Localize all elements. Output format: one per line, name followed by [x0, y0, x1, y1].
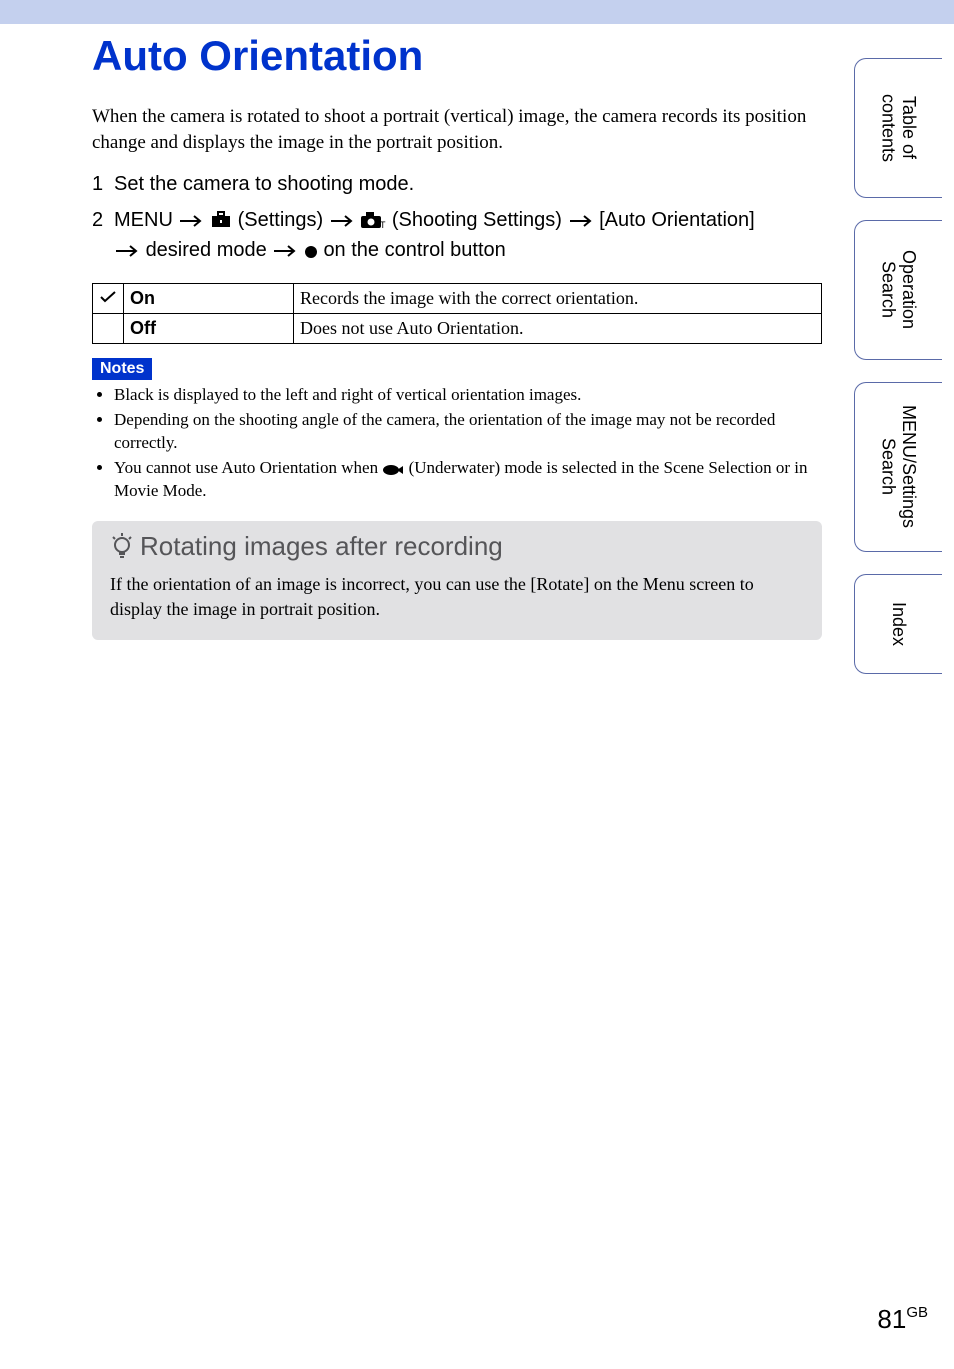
camera-icon: T	[360, 211, 386, 229]
option-name: On	[124, 284, 294, 314]
menu-label: MENU	[114, 209, 173, 231]
arrow-right-icon	[178, 214, 204, 228]
default-check-cell	[93, 284, 124, 314]
step-text: Set the camera to shooting mode.	[114, 169, 822, 199]
tip-box: Rotating images after recording If the o…	[92, 521, 822, 640]
table-row: On Records the image with the correct or…	[93, 284, 822, 314]
settings-label: (Settings)	[238, 209, 324, 231]
arrow-right-icon	[329, 214, 355, 228]
notes-list: Black is displayed to the left and right…	[92, 384, 822, 503]
step-1: 1 Set the camera to shooting mode.	[92, 169, 822, 199]
step-number: 1	[92, 169, 114, 199]
tab-label: Index	[888, 602, 909, 646]
underwater-icon	[382, 464, 404, 476]
tab-table-of-contents[interactable]: Table ofcontents	[854, 58, 942, 198]
side-tabs: Table ofcontents OperationSearch MENU/Se…	[854, 58, 942, 696]
tip-heading: Rotating images after recording	[110, 531, 804, 562]
step-text: MENU (Settings) T (Shooting Settings) [A…	[114, 205, 822, 265]
step-2: 2 MENU (Settings) T (Shooting Settings) …	[92, 205, 822, 265]
options-table: On Records the image with the correct or…	[92, 283, 822, 344]
tab-index[interactable]: Index	[854, 574, 942, 674]
page-content: Auto Orientation When the camera is rota…	[92, 32, 822, 640]
option-desc: Does not use Auto Orientation.	[294, 314, 822, 344]
target-label: [Auto Orientation]	[599, 209, 755, 231]
steps: 1 Set the camera to shooting mode. 2 MEN…	[92, 169, 822, 265]
bulb-icon	[110, 532, 134, 560]
tip-body: If the orientation of an image is incorr…	[110, 572, 804, 622]
option-name: Off	[124, 314, 294, 344]
list-item: Depending on the shooting angle of the c…	[114, 409, 822, 455]
note-text: You cannot use Auto Orientation when	[114, 458, 382, 477]
svg-text:T: T	[380, 220, 386, 229]
tip-title: Rotating images after recording	[140, 531, 503, 562]
default-check-cell	[93, 314, 124, 344]
step-number: 2	[92, 205, 114, 265]
control-button-label: on the control button	[323, 239, 505, 261]
notes-heading: Notes	[92, 358, 152, 380]
table-row: Off Does not use Auto Orientation.	[93, 314, 822, 344]
page-num: 81	[877, 1304, 906, 1334]
center-button-icon	[304, 245, 318, 259]
list-item: Black is displayed to the left and right…	[114, 384, 822, 407]
arrow-right-icon	[568, 214, 594, 228]
tab-menu-settings-search[interactable]: MENU/SettingsSearch	[854, 382, 942, 552]
shooting-label: (Shooting Settings)	[392, 209, 562, 231]
tab-label: OperationSearch	[878, 250, 919, 329]
intro-text: When the camera is rotated to shoot a po…	[92, 104, 822, 155]
top-bar	[0, 0, 954, 24]
desired-mode-label: desired mode	[146, 239, 267, 261]
tab-label: Table ofcontents	[878, 94, 919, 162]
arrow-right-icon	[114, 244, 140, 258]
tab-label: MENU/SettingsSearch	[878, 405, 919, 528]
page-title: Auto Orientation	[92, 32, 822, 80]
page-suffix: GB	[906, 1304, 928, 1321]
option-desc: Records the image with the correct orien…	[294, 284, 822, 314]
check-icon	[99, 290, 117, 304]
tab-operation-search[interactable]: OperationSearch	[854, 220, 942, 360]
arrow-right-icon	[272, 244, 298, 258]
list-item: You cannot use Auto Orientation when (Un…	[114, 457, 822, 503]
page-number: 81GB	[877, 1304, 928, 1335]
toolbox-icon	[210, 211, 232, 229]
